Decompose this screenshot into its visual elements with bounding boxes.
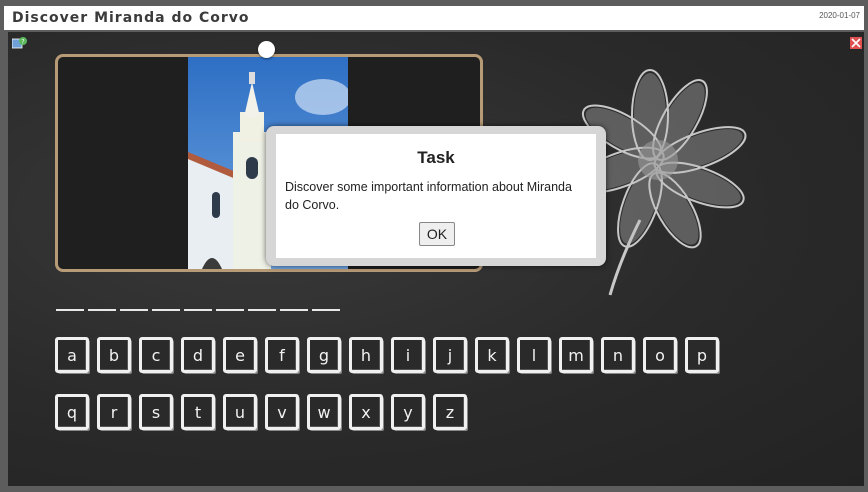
keyboard-row-1: a b c d e f g h i j k l m n o p xyxy=(55,337,719,373)
letter-key-m[interactable]: m xyxy=(559,337,593,373)
letter-key-x[interactable]: x xyxy=(349,394,383,430)
letter-key-label: w xyxy=(317,402,331,422)
letter-key-label: b xyxy=(108,345,120,365)
keyboard-row-2: q r s t u v w x y z xyxy=(55,394,467,430)
svg-text:?: ? xyxy=(21,39,24,46)
letter-key-label: k xyxy=(487,345,497,365)
letter-blank xyxy=(120,309,148,311)
letter-key-label: r xyxy=(110,402,118,422)
letter-key-label: t xyxy=(194,402,202,422)
letter-blank xyxy=(88,309,116,311)
letter-key-o[interactable]: o xyxy=(643,337,677,373)
letter-key-p[interactable]: p xyxy=(685,337,719,373)
letter-blank xyxy=(216,309,244,311)
letter-blank xyxy=(152,309,180,311)
letter-key-s[interactable]: s xyxy=(139,394,173,430)
dialog-title: Task xyxy=(417,148,455,167)
letter-key-label: y xyxy=(403,402,413,422)
letter-blank xyxy=(280,309,308,311)
letter-key-v[interactable]: v xyxy=(265,394,299,430)
letter-key-label: p xyxy=(696,345,708,365)
letter-key-label: n xyxy=(612,345,624,365)
letter-key-label: h xyxy=(360,345,372,365)
letter-key-label: q xyxy=(66,402,78,422)
letter-key-g[interactable]: g xyxy=(307,337,341,373)
letter-key-label: a xyxy=(67,345,77,365)
letter-key-z[interactable]: z xyxy=(433,394,467,430)
letter-blank xyxy=(184,309,212,311)
word-blanks xyxy=(56,309,340,311)
letter-key-l[interactable]: l xyxy=(517,337,551,373)
letter-key-r[interactable]: r xyxy=(97,394,131,430)
letter-key-label: e xyxy=(235,345,245,365)
dialog-message: Discover some important information abou… xyxy=(285,180,572,212)
letter-blank xyxy=(248,309,276,311)
letter-key-label: o xyxy=(655,345,665,365)
help-icon[interactable]: ? xyxy=(12,37,28,49)
letter-key-d[interactable]: d xyxy=(181,337,215,373)
letter-key-label: s xyxy=(151,402,161,422)
letter-key-k[interactable]: k xyxy=(475,337,509,373)
letter-blank xyxy=(56,309,84,311)
letter-key-label: x xyxy=(361,402,371,422)
letter-key-c[interactable]: c xyxy=(139,337,173,373)
letter-key-label: g xyxy=(318,345,330,365)
header-bar: Discover Miranda do Corvo 2020-01-07 xyxy=(4,6,864,30)
task-dialog-body: Task Discover some important information… xyxy=(276,134,596,258)
letter-key-label: c xyxy=(151,345,161,365)
letter-key-f[interactable]: f xyxy=(265,337,299,373)
letter-key-label: i xyxy=(405,345,411,365)
letter-key-label: v xyxy=(277,402,287,422)
letter-key-label: d xyxy=(192,345,204,365)
letter-key-w[interactable]: w xyxy=(307,394,341,430)
letter-key-label: u xyxy=(234,402,246,422)
letter-key-q[interactable]: q xyxy=(55,394,89,430)
letter-key-i[interactable]: i xyxy=(391,337,425,373)
letter-blank xyxy=(312,309,340,311)
page-title: Discover Miranda do Corvo xyxy=(12,10,250,26)
letter-key-label: l xyxy=(531,345,537,365)
letter-key-u[interactable]: u xyxy=(223,394,257,430)
pin-icon xyxy=(258,41,275,58)
letter-key-n[interactable]: n xyxy=(601,337,635,373)
letter-key-label: f xyxy=(279,345,285,365)
letter-key-e[interactable]: e xyxy=(223,337,257,373)
letter-key-t[interactable]: t xyxy=(181,394,215,430)
letter-key-label: j xyxy=(447,345,453,365)
ok-button[interactable]: OK xyxy=(419,222,455,246)
letter-key-a[interactable]: a xyxy=(55,337,89,373)
close-icon[interactable] xyxy=(850,37,862,49)
letter-key-h[interactable]: h xyxy=(349,337,383,373)
date-label: 2020-01-07 xyxy=(819,11,860,20)
task-dialog: Task Discover some important information… xyxy=(266,126,606,266)
letter-key-label: m xyxy=(568,345,584,365)
letter-key-j[interactable]: j xyxy=(433,337,467,373)
letter-key-label: z xyxy=(445,402,455,422)
letter-key-y[interactable]: y xyxy=(391,394,425,430)
letter-key-b[interactable]: b xyxy=(97,337,131,373)
